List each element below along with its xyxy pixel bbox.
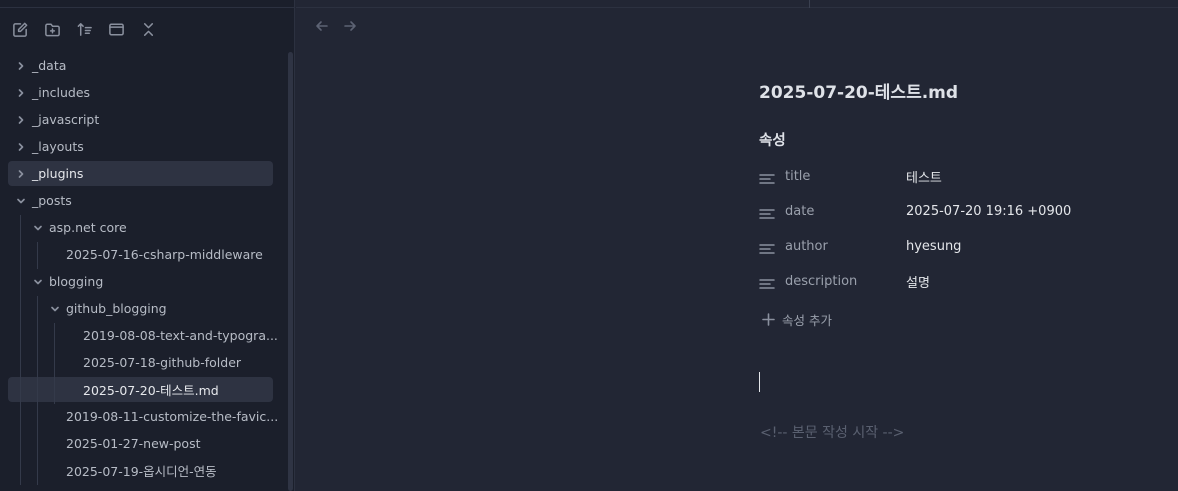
property-row[interactable]: description 설명 (759, 268, 1159, 294)
tree-item-label: 2025-07-20-테스트.md (83, 383, 219, 398)
new-folder-icon (44, 23, 60, 36)
new-note-icon (12, 22, 27, 37)
chevron-right-icon[interactable] (15, 168, 27, 180)
add-property-label: 속성 추가 (782, 312, 832, 328)
tree-item-label: blogging (49, 274, 104, 289)
chevron-right-icon[interactable] (15, 60, 27, 72)
tree-item-label: _javascript (32, 112, 100, 127)
tree-folder[interactable]: _includes (8, 80, 273, 105)
tree-item-label: github_blogging (66, 301, 167, 316)
arrow-left-icon (316, 21, 328, 31)
sort-icon (77, 22, 92, 36)
properties-heading[interactable]: 속성 (759, 129, 786, 150)
tree-item-label: _data (32, 58, 67, 73)
chevron-down-icon[interactable] (32, 222, 44, 234)
indent-guide (37, 296, 38, 485)
text-lines-icon (759, 240, 775, 254)
new-note-button[interactable] (10, 19, 30, 39)
tree-folder[interactable]: _layouts (8, 134, 273, 159)
tree-item-label: _plugins (32, 166, 84, 181)
text-lines-icon (759, 275, 775, 289)
tree-file[interactable]: 2019-08-11-customize-the-favic... (8, 404, 278, 429)
tree-file[interactable]: 2019-08-08-text-and-typogra... (8, 323, 278, 348)
tree-folder[interactable]: _posts (8, 188, 273, 213)
property-value[interactable]: 2025-07-20 19:16 +0900 (906, 204, 1071, 219)
arrow-right-icon (344, 21, 356, 31)
text-lines-icon (759, 205, 775, 219)
plus-icon (762, 312, 775, 326)
forward-button[interactable] (342, 18, 358, 34)
indent-guide (20, 215, 21, 485)
tree-file[interactable]: 2025-07-18-github-folder (8, 350, 273, 375)
chevron-right-icon[interactable] (15, 141, 27, 153)
property-value[interactable]: 테스트 (906, 167, 942, 186)
explorer-toolbar (10, 19, 158, 39)
tree-item-label: asp.net core (49, 220, 127, 235)
tree-folder[interactable]: _plugins (8, 161, 273, 186)
tab-edge (809, 0, 810, 8)
collapse-all-icon (143, 22, 153, 36)
property-value[interactable]: 설명 (906, 272, 930, 291)
indent-guide (37, 242, 38, 269)
collapse-all-button[interactable] (138, 19, 158, 39)
tree-file[interactable]: 2025-07-20-테스트.md (8, 377, 273, 402)
add-property-button[interactable]: 속성 추가 (762, 309, 832, 329)
text-lines-icon (759, 170, 775, 184)
auto-reveal-icon (108, 23, 124, 35)
tree-item-label: 2025-07-19-옵시디언-연동 (66, 464, 217, 479)
property-row[interactable]: title 테스트 (759, 163, 1159, 189)
property-value[interactable]: hyesung (906, 239, 961, 254)
sidebar-scrollbar[interactable] (288, 52, 293, 491)
text-cursor (759, 372, 760, 392)
tree-item-label: 2019-08-08-text-and-typogra... (83, 328, 278, 343)
chevron-right-icon[interactable] (15, 114, 27, 126)
property-key[interactable]: title (785, 169, 810, 184)
tree-item-label: _posts (32, 193, 72, 208)
back-button[interactable] (314, 18, 330, 34)
auto-reveal-button[interactable] (106, 19, 126, 39)
chevron-right-icon[interactable] (15, 87, 27, 99)
sort-button[interactable] (74, 19, 94, 39)
chevron-down-icon[interactable] (32, 276, 44, 288)
tree-folder[interactable]: _data (8, 53, 273, 78)
tree-folder[interactable]: _javascript (8, 107, 273, 132)
chevron-down-icon[interactable] (49, 303, 61, 315)
property-row[interactable]: date 2025-07-20 19:16 +0900 (759, 198, 1159, 224)
tree-file[interactable]: 2025-07-16-csharp-middleware (8, 242, 273, 267)
tree-item-label: _includes (32, 85, 91, 100)
tree-item-label: 2025-07-16-csharp-middleware (66, 247, 263, 262)
property-row[interactable]: author hyesung (759, 233, 1159, 259)
tree-item-label: _layouts (32, 139, 84, 154)
tree-folder[interactable]: github_blogging (8, 296, 273, 321)
tree-folder[interactable]: blogging (8, 269, 273, 294)
tab-bar (296, 0, 1178, 8)
tree-file[interactable]: 2025-01-27-new-post (8, 431, 273, 456)
new-folder-button[interactable] (42, 19, 62, 39)
property-key[interactable]: date (785, 204, 814, 219)
file-explorer-sidebar: _data _includes _javascript _layouts _plugin… (0, 0, 295, 491)
note-title[interactable]: 2025-07-20-테스트.md (759, 78, 958, 103)
tree-file[interactable]: 2025-07-19-옵시디언-연동 (8, 458, 273, 483)
property-key[interactable]: author (785, 239, 828, 254)
tree-folder[interactable]: asp.net core (8, 215, 273, 240)
property-key[interactable]: description (785, 274, 857, 289)
sidebar-tab-bar (0, 0, 295, 8)
tree-item-label: 2025-07-18-github-folder (83, 355, 242, 370)
chevron-down-icon[interactable] (15, 195, 27, 207)
tree-item-label: 2025-01-27-new-post (66, 436, 201, 451)
tree-item-label: 2019-08-11-customize-the-favic... (66, 409, 279, 424)
body-comment[interactable]: <!-- 본문 작성 시작 --> (760, 422, 904, 442)
indent-guide (54, 323, 55, 404)
